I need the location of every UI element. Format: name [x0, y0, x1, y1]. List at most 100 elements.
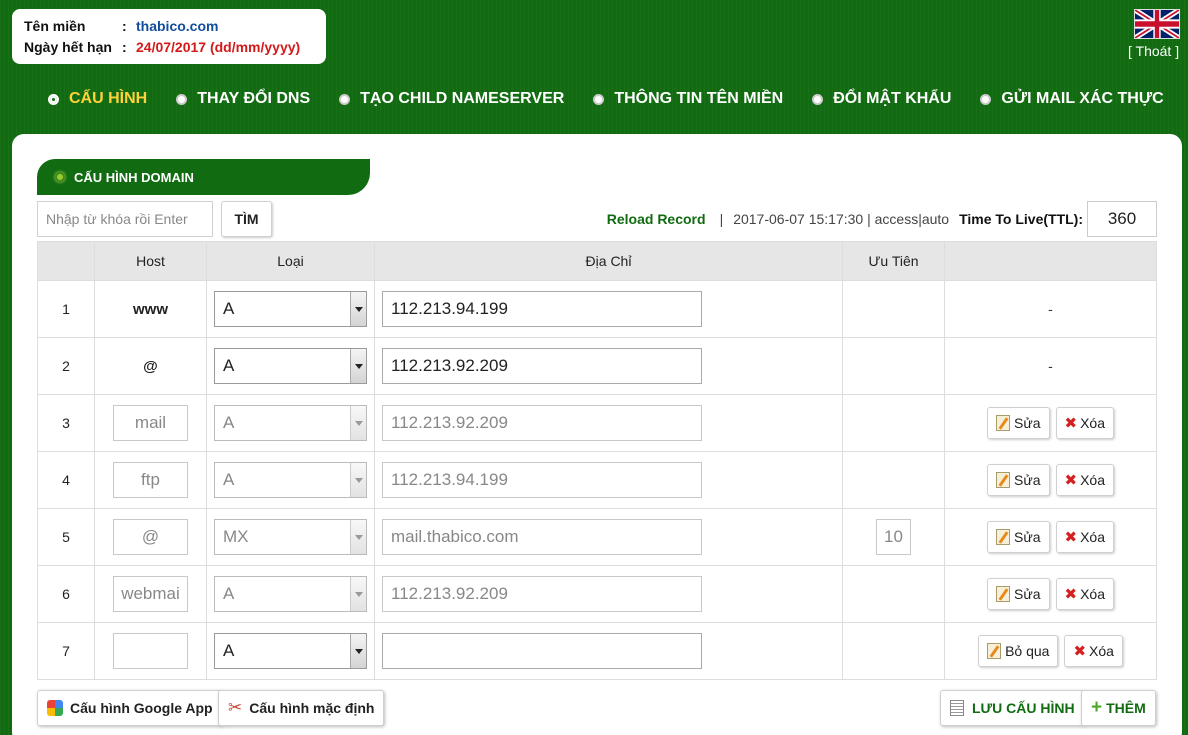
- dropdown-arrow-icon: [350, 577, 366, 611]
- edit-button[interactable]: Sửa: [987, 464, 1050, 496]
- skip-button[interactable]: Bỏ qua: [978, 635, 1059, 667]
- row-number: 7: [37, 622, 95, 680]
- delete-button[interactable]: ✖ Xóa: [1064, 635, 1123, 667]
- delete-icon: ✖: [1073, 643, 1087, 660]
- dropdown-arrow-icon: [350, 463, 366, 497]
- section-tab: CẤU HÌNH DOMAIN: [37, 159, 370, 195]
- delete-label: Xóa: [1080, 472, 1105, 488]
- type-value: A: [223, 413, 235, 432]
- type-value: A: [223, 641, 235, 660]
- host-input[interactable]: [113, 462, 188, 498]
- address-input[interactable]: [382, 576, 702, 612]
- priority-cell: [842, 394, 945, 452]
- edit-button[interactable]: Sửa: [987, 407, 1050, 439]
- type-select[interactable]: A: [214, 405, 367, 441]
- dropdown-arrow-icon: [350, 520, 366, 554]
- address-input[interactable]: [382, 462, 702, 498]
- delete-label: Xóa: [1080, 415, 1105, 431]
- host-input[interactable]: [113, 576, 188, 612]
- address-input[interactable]: [382, 291, 702, 327]
- dns-records-table: Host Loại Địa Chỉ Ưu Tiên 1 www A - 2 @ …: [37, 241, 1157, 680]
- default-config-label: Cấu hình mặc định: [249, 700, 375, 716]
- address-input[interactable]: [382, 348, 702, 384]
- nav-item-change-dns[interactable]: THAY ĐỔI DNS: [176, 88, 310, 110]
- delete-button[interactable]: ✖ Xóa: [1055, 407, 1114, 439]
- edit-icon: [996, 586, 1010, 602]
- row-number: 5: [37, 508, 95, 566]
- address-input[interactable]: [382, 405, 702, 441]
- priority-cell: [842, 622, 945, 680]
- separator: :: [122, 39, 127, 55]
- search-button[interactable]: TÌM: [221, 201, 272, 237]
- nav-item-change-password[interactable]: ĐỔI MẬT KHẨU: [812, 88, 951, 110]
- expiry-label: Ngày hết hạn: [24, 39, 112, 55]
- header-priority: Ưu Tiên: [842, 241, 945, 281]
- table-row: 6 A Sửa ✖Xóa: [37, 565, 1157, 623]
- domain-value: thabico.com: [136, 18, 219, 34]
- edit-icon: [987, 643, 1002, 659]
- delete-icon: ✖: [1064, 529, 1078, 546]
- uk-flag-icon[interactable]: [1134, 9, 1180, 39]
- type-select[interactable]: A: [214, 291, 367, 327]
- nav-label: TẠO CHILD NAMESERVER: [360, 90, 565, 107]
- nav-item-domain-info[interactable]: THÔNG TIN TÊN MIỀN: [593, 88, 783, 110]
- add-label: THÊM: [1106, 700, 1146, 716]
- type-select[interactable]: MX: [214, 519, 367, 555]
- plus-icon: +: [1091, 697, 1103, 718]
- nav-item-child-nameserver[interactable]: TẠO CHILD NAMESERVER: [339, 88, 564, 110]
- skip-label: Bỏ qua: [1005, 643, 1050, 659]
- row-number: 2: [37, 337, 95, 395]
- save-config-button[interactable]: LƯU CẤU HÌNH: [940, 690, 1085, 726]
- header-actions: [944, 241, 1157, 281]
- delete-label: Xóa: [1089, 643, 1114, 659]
- nav-item-config[interactable]: CẤU HÌNH: [48, 88, 147, 110]
- host-input[interactable]: [113, 405, 188, 441]
- type-select[interactable]: A: [214, 633, 367, 669]
- config-panel: CẤU HÌNH DOMAIN TÌM Reload Record | 2017…: [12, 134, 1182, 735]
- dropdown-arrow-icon: [350, 349, 366, 383]
- type-value: A: [223, 299, 235, 318]
- delete-label: Xóa: [1080, 529, 1105, 545]
- edit-button[interactable]: Sửa: [987, 578, 1050, 610]
- dropdown-arrow-icon: [350, 292, 366, 326]
- type-select[interactable]: A: [214, 462, 367, 498]
- nav-label: CẤU HÌNH: [69, 90, 148, 107]
- edit-label: Sửa: [1014, 472, 1041, 488]
- search-input[interactable]: [37, 201, 213, 237]
- dropdown-arrow-icon: [350, 634, 366, 668]
- default-config-button[interactable]: ✂ Cấu hình mặc định: [218, 690, 385, 726]
- expiry-value: 24/07/2017 (dd/mm/yyyy): [136, 39, 301, 55]
- host-input[interactable]: [113, 519, 188, 555]
- delete-button[interactable]: ✖ Xóa: [1055, 464, 1114, 496]
- row-number: 6: [37, 565, 95, 623]
- bullet-icon: [55, 172, 65, 182]
- google-app-config-button[interactable]: Cấu hình Google App: [37, 690, 223, 726]
- host-value: www: [132, 300, 168, 318]
- type-select[interactable]: A: [214, 348, 367, 384]
- radio-icon: [980, 93, 992, 105]
- edit-button[interactable]: Sửa: [987, 521, 1050, 553]
- type-value: MX: [223, 527, 249, 546]
- ttl-input[interactable]: [1087, 201, 1157, 237]
- type-select[interactable]: A: [214, 576, 367, 612]
- nav-label: THAY ĐỔI DNS: [197, 90, 311, 107]
- priority-input[interactable]: [876, 519, 911, 555]
- priority-cell: [842, 565, 945, 623]
- table-row: 2 @ A -: [37, 337, 1157, 395]
- add-record-button[interactable]: + THÊM: [1081, 690, 1156, 726]
- radio-icon: [339, 93, 351, 105]
- type-value: A: [223, 356, 235, 375]
- host-input[interactable]: [113, 633, 188, 669]
- nav-label: THÔNG TIN TÊN MIỀN: [614, 90, 784, 107]
- radio-icon: [176, 93, 188, 105]
- nav-item-send-verify-mail[interactable]: GỬI MAIL XÁC THỰC: [980, 88, 1164, 110]
- address-input[interactable]: [382, 633, 702, 669]
- header-number: [37, 241, 95, 281]
- delete-button[interactable]: ✖ Xóa: [1055, 521, 1114, 553]
- type-value: A: [223, 584, 235, 603]
- delete-button[interactable]: ✖ Xóa: [1055, 578, 1114, 610]
- reload-record-link[interactable]: Reload Record: [607, 211, 706, 227]
- logout-link[interactable]: [ Thoát ]: [1128, 43, 1179, 59]
- google-icon: [47, 700, 63, 716]
- address-input[interactable]: [382, 519, 702, 555]
